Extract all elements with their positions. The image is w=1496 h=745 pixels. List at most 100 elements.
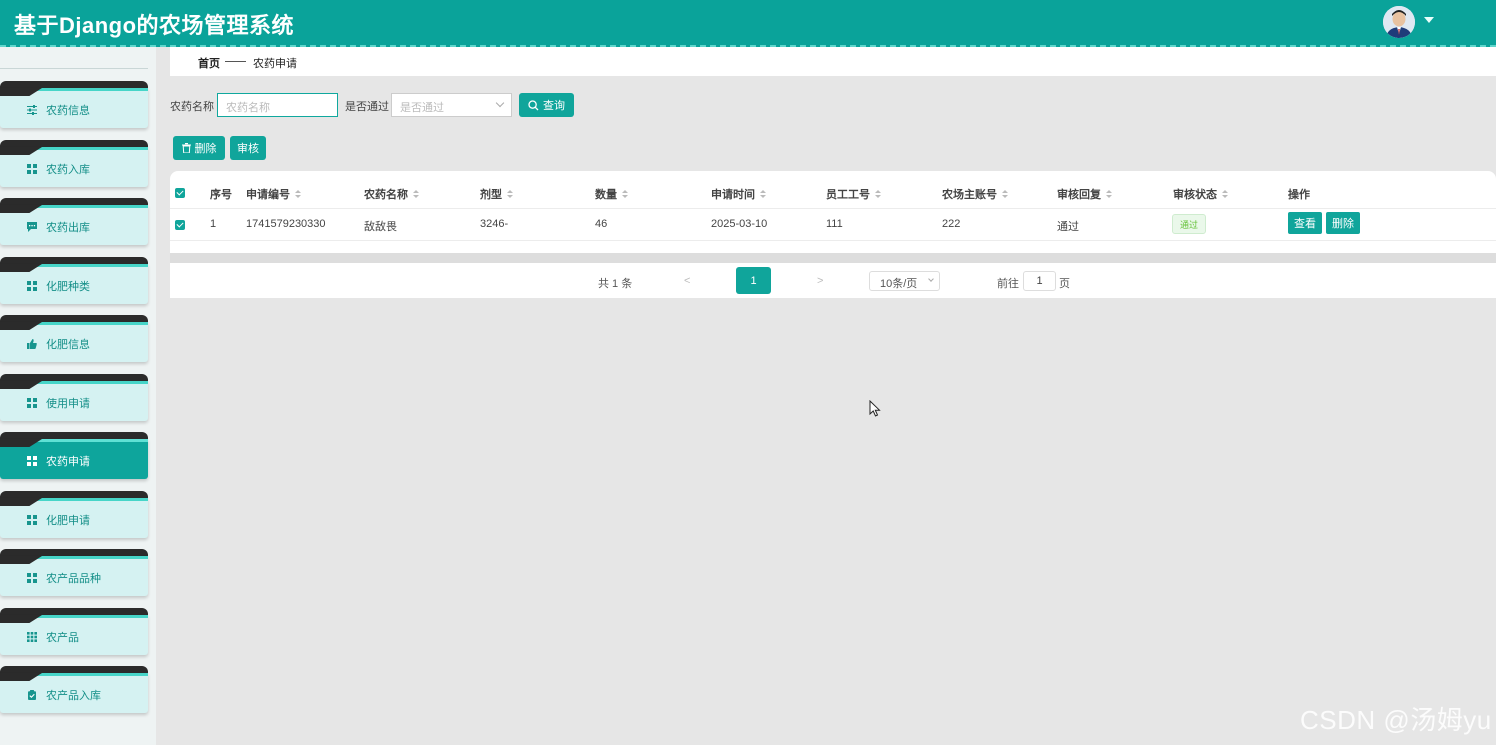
grid-icon bbox=[27, 164, 37, 174]
view-button[interactable]: 查看 bbox=[1288, 212, 1322, 234]
pagination: 共 1 条 < 1 > 10条/页 前往 1 页 bbox=[170, 263, 1496, 298]
sidebar: 农药信息 农药入库 农药出库 化肥种类 化肥信息 使用申请 农药申请 化肥申请 bbox=[0, 47, 156, 745]
sidebar-item-label: 农产品入库 bbox=[46, 690, 101, 702]
cell-reply: 通过 bbox=[1057, 221, 1079, 233]
column-header-sortable[interactable]: 剂型 bbox=[480, 186, 513, 202]
sidebar-item-label: 化肥申请 bbox=[46, 515, 90, 527]
sort-icon bbox=[295, 190, 301, 198]
grid-icon bbox=[27, 573, 37, 583]
sidebar-item-label: 使用申请 bbox=[46, 398, 90, 410]
sidebar-item-label: 农产品品种 bbox=[46, 573, 101, 585]
breadcrumb-current: 农药申请 bbox=[253, 58, 297, 70]
sidebar-item-fertilizer-apply[interactable]: 化肥申请 bbox=[0, 491, 148, 538]
column-header-sortable[interactable]: 农场主账号 bbox=[942, 186, 1008, 202]
sidebar-item-label: 农药申请 bbox=[46, 456, 90, 468]
sort-icon bbox=[1002, 190, 1008, 198]
column-header-sortable[interactable]: 数量 bbox=[595, 186, 628, 202]
chevron-down-icon bbox=[495, 98, 505, 108]
trash-icon bbox=[181, 143, 191, 153]
sort-icon bbox=[875, 190, 881, 198]
sidebar-item-pesticide-in[interactable]: 农药入库 bbox=[0, 140, 148, 187]
column-header: 操作 bbox=[1288, 189, 1310, 201]
query-button[interactable]: 查询 bbox=[519, 93, 574, 117]
audit-button-label: 审核 bbox=[237, 143, 259, 155]
watermark-text: CSDN @汤姆yu bbox=[1300, 705, 1492, 735]
app-title: 基于Django的农场管理系统 bbox=[14, 13, 295, 38]
grid-icon bbox=[27, 456, 37, 466]
sidebar-item-product-in[interactable]: 农产品入库 bbox=[0, 666, 148, 713]
page-number-current[interactable]: 1 bbox=[736, 267, 771, 294]
batch-delete-button[interactable]: 删除 bbox=[173, 136, 225, 160]
page-size-select[interactable]: 10条/页 bbox=[869, 271, 940, 291]
sidebar-item-pesticide-info[interactable]: 农药信息 bbox=[0, 81, 148, 128]
cell-pesticide-name: 敌敌畏 bbox=[364, 221, 397, 233]
total-count: 共 1 条 bbox=[598, 278, 633, 290]
cell-staff-no: 111 bbox=[826, 218, 843, 230]
grid9-icon bbox=[27, 632, 37, 642]
cell-index: 1 bbox=[210, 218, 217, 230]
row-delete-button[interactable]: 删除 bbox=[1326, 212, 1360, 234]
grid-icon bbox=[27, 515, 37, 525]
goto-label: 前往 bbox=[997, 278, 1019, 290]
column-header-sortable[interactable]: 申请编号 bbox=[246, 186, 301, 202]
prev-page-button[interactable]: < bbox=[684, 275, 690, 287]
search-name-label: 农药名称 bbox=[170, 101, 214, 113]
sidebar-item-label: 农药出库 bbox=[46, 222, 90, 234]
column-header-sortable[interactable]: 农药名称 bbox=[364, 186, 419, 202]
sort-icon bbox=[1106, 190, 1112, 198]
sidebar-item-label: 化肥信息 bbox=[46, 339, 90, 351]
sidebar-item-label: 化肥种类 bbox=[46, 281, 90, 293]
sidebar-item-label: 农产品 bbox=[46, 632, 79, 644]
pass-status-select[interactable]: 是否通过 bbox=[391, 93, 512, 117]
select-all-checkbox[interactable] bbox=[175, 188, 185, 198]
batch-delete-label: 删除 bbox=[194, 143, 217, 155]
sidebar-item-fertilizer-type[interactable]: 化肥种类 bbox=[0, 257, 148, 304]
user-menu-caret-icon[interactable] bbox=[1424, 17, 1434, 23]
sidebar-item-fertilizer-info[interactable]: 化肥信息 bbox=[0, 315, 148, 362]
message-icon bbox=[27, 222, 37, 232]
sliders-icon bbox=[27, 105, 37, 115]
column-header-sortable[interactable]: 审核回复 bbox=[1057, 186, 1112, 202]
sort-icon bbox=[507, 190, 513, 198]
thumb-icon bbox=[27, 339, 37, 349]
cell-apply-no: 1741579230330 bbox=[246, 218, 326, 230]
column-header-sortable[interactable]: 申请时间 bbox=[711, 186, 766, 202]
column-header-sortable[interactable]: 审核状态 bbox=[1173, 186, 1228, 202]
sidebar-item-product[interactable]: 农产品 bbox=[0, 608, 148, 655]
column-header-sortable[interactable]: 员工工号 bbox=[826, 186, 881, 202]
mouse-cursor-icon bbox=[869, 400, 881, 417]
status-badge: 通过 bbox=[1172, 214, 1206, 234]
sidebar-item-pesticide-apply[interactable]: 农药申请 bbox=[0, 432, 148, 479]
sidebar-item-product-variety[interactable]: 农产品品种 bbox=[0, 549, 148, 596]
sidebar-divider bbox=[0, 68, 148, 69]
pass-status-placeholder: 是否通过 bbox=[400, 102, 444, 114]
user-avatar[interactable] bbox=[1383, 6, 1415, 38]
pesticide-name-input[interactable]: 农药名称 bbox=[217, 93, 338, 117]
cell-form: 3246- bbox=[480, 218, 509, 230]
audit-button[interactable]: 审核 bbox=[230, 136, 266, 160]
next-page-button[interactable]: > bbox=[817, 275, 823, 287]
clipboard-icon bbox=[28, 690, 36, 700]
search-icon bbox=[528, 99, 539, 110]
sidebar-item-pesticide-out[interactable]: 农药出库 bbox=[0, 198, 148, 245]
cell-owner-account: 222 bbox=[942, 218, 961, 230]
cell-apply-time: 2025-03-10 bbox=[711, 218, 768, 230]
sort-icon bbox=[413, 190, 419, 198]
row-checkbox[interactable] bbox=[175, 220, 185, 230]
sidebar-item-usage-apply[interactable]: 使用申请 bbox=[0, 374, 148, 421]
page-unit-label: 页 bbox=[1059, 278, 1070, 290]
sidebar-item-label: 农药入库 bbox=[46, 164, 90, 176]
query-button-label: 查询 bbox=[543, 100, 565, 112]
column-header: 序号 bbox=[210, 189, 232, 201]
sort-icon bbox=[622, 190, 628, 198]
apply-table: 序号 申请编号 农药名称 剂型 数量 申请时间 员工工号 农场主账号 审核回复 … bbox=[170, 171, 1496, 263]
search-pass-label: 是否通过 bbox=[345, 101, 389, 113]
cell-quantity: 46 bbox=[595, 218, 608, 230]
breadcrumb: 首页 农药申请 bbox=[170, 47, 1496, 76]
sidebar-item-label: 农药信息 bbox=[46, 105, 90, 117]
goto-page-input[interactable]: 1 bbox=[1023, 271, 1056, 291]
grid-icon bbox=[27, 398, 37, 408]
top-header: 基于Django的农场管理系统 bbox=[0, 0, 1496, 47]
breadcrumb-separator bbox=[225, 61, 246, 62]
breadcrumb-home[interactable]: 首页 bbox=[198, 55, 220, 71]
